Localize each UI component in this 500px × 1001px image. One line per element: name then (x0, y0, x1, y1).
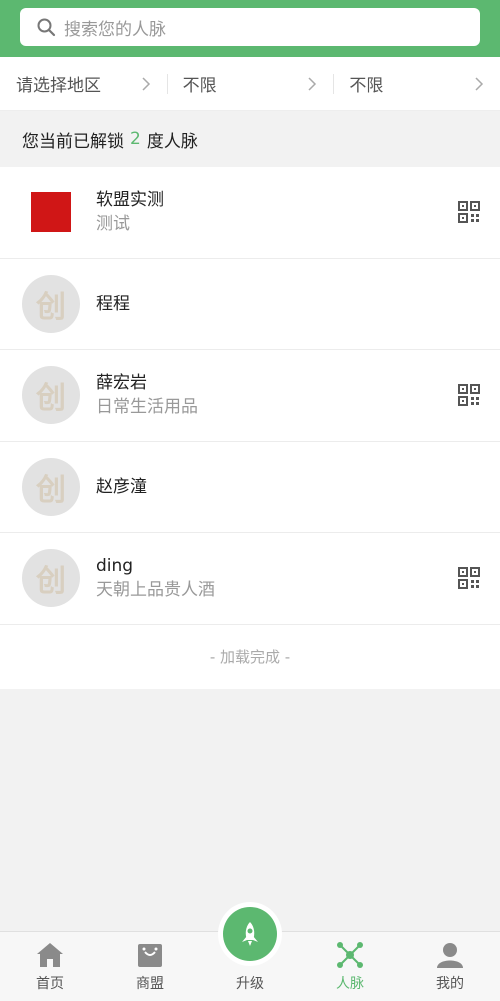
chevron-right-icon (142, 76, 150, 91)
contact-row[interactable]: 创 程程 (0, 259, 500, 350)
tab-label: 升级 (236, 976, 264, 992)
filter-third[interactable]: 不限 (333, 57, 500, 111)
tab-profile[interactable]: 我的 (400, 932, 500, 1001)
unlock-status: 您当前已解锁 2 度人脉 (0, 111, 500, 167)
rocket-icon (242, 922, 258, 946)
avatar: 创 (22, 549, 80, 608)
filter-bar: 请选择地区 不限 不限 (0, 57, 500, 111)
tab-upgrade[interactable]: 升级 (200, 902, 300, 1001)
tab-label: 首页 (36, 976, 64, 992)
tab-home[interactable]: 首页 (0, 932, 100, 1001)
upgrade-button[interactable] (218, 902, 282, 966)
contact-row[interactable]: 创 赵彦潼 (0, 442, 500, 533)
qr-code-icon[interactable] (458, 567, 480, 590)
search-input[interactable]: 搜索您的人脉 (20, 8, 480, 46)
avatar: 创 (22, 457, 80, 516)
filter-label: 不限 (349, 76, 384, 96)
unlock-suffix: 度人脉 (146, 131, 198, 152)
filter-label: 不限 (182, 76, 217, 96)
qr-code-icon[interactable] (458, 384, 480, 407)
avatar (22, 183, 80, 241)
filter-second[interactable]: 不限 (166, 57, 334, 111)
tab-label: 我的 (436, 976, 464, 992)
unlock-prefix: 您当前已解锁 (22, 131, 124, 152)
contact-name: 薛宏岩 (96, 373, 147, 394)
avatar-glyph: 创 (36, 381, 66, 417)
avatar-glyph: 创 (36, 472, 66, 508)
search-placeholder: 搜索您的人脉 (64, 19, 166, 40)
contact-name: 软盟实测 (96, 190, 164, 211)
chevron-right-icon (475, 76, 484, 91)
tab-label: 人脉 (336, 976, 364, 992)
contact-subtitle: 天朝上品贵人酒 (96, 580, 215, 601)
contact-list: 软盟实测 测试 创 程程 创 薛宏岩 日常生活用品 创 赵彦潼 创 ding 天… (0, 167, 500, 689)
search-bar: 搜索您的人脉 (0, 0, 500, 57)
network-icon (337, 942, 363, 968)
qr-code-icon[interactable] (458, 201, 480, 224)
filter-region[interactable]: 请选择地区 (0, 57, 167, 111)
shop-icon (138, 944, 162, 967)
avatar-glyph: 创 (36, 289, 66, 325)
contact-row[interactable]: 创 ding 天朝上品贵人酒 (0, 533, 500, 625)
tab-label: 商盟 (136, 976, 164, 992)
filter-label: 请选择地区 (16, 76, 101, 96)
tab-shop[interactable]: 商盟 (100, 932, 200, 1001)
unlock-count: 2 (130, 129, 141, 149)
home-icon (37, 943, 63, 967)
contact-name: 程程 (96, 293, 130, 314)
avatar-glyph: 创 (36, 564, 66, 600)
chevron-right-icon (308, 76, 317, 91)
contact-subtitle: 测试 (96, 214, 130, 235)
contact-subtitle: 日常生活用品 (96, 397, 198, 418)
contact-name: ding (96, 556, 134, 577)
tab-network[interactable]: 人脉 (300, 932, 400, 1001)
tab-bar: 首页 商盟 升级 人脉 我的 (0, 902, 500, 1001)
contact-row[interactable]: 软盟实测 测试 (0, 167, 500, 259)
load-complete-text: - 加载完成 - (0, 624, 500, 689)
search-icon (37, 18, 56, 37)
avatar: 创 (22, 274, 80, 333)
contact-name: 赵彦潼 (96, 476, 147, 497)
contact-row[interactable]: 创 薛宏岩 日常生活用品 (0, 350, 500, 442)
user-icon (437, 943, 463, 968)
avatar: 创 (22, 366, 80, 425)
